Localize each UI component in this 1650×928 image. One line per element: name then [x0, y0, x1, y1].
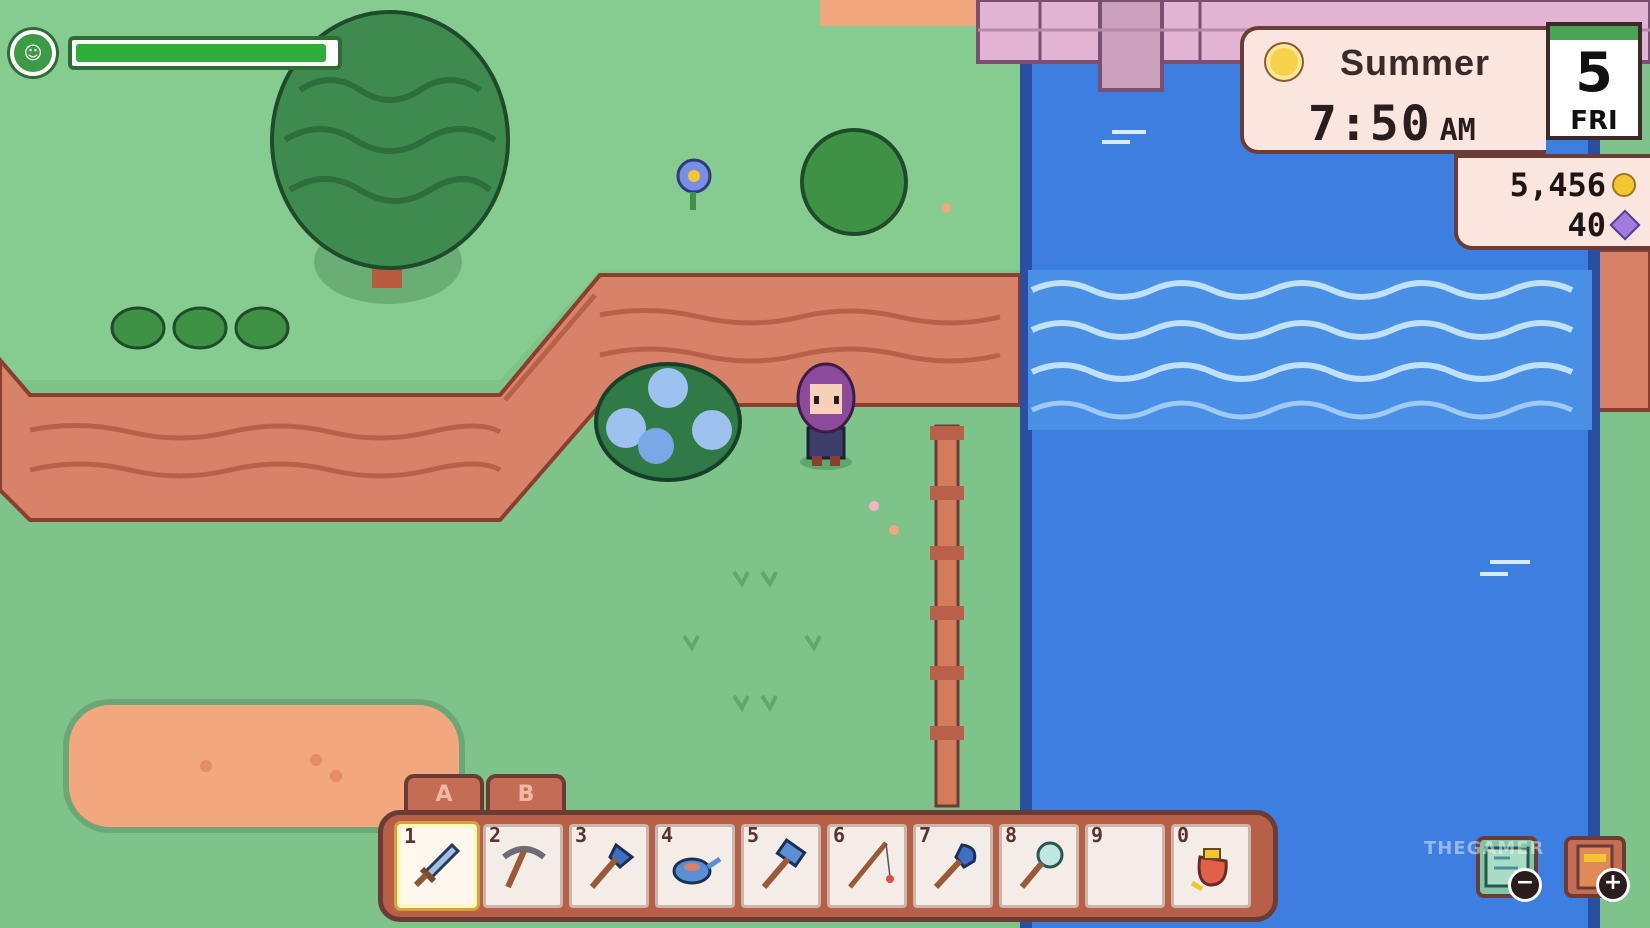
gem-amount: 40 [1567, 206, 1606, 244]
calendar-badge[interactable]: 5 FRI [1546, 22, 1642, 140]
calendar-day: 5 [1575, 41, 1613, 104]
hotbar-slot-0[interactable]: 0 [1171, 823, 1251, 908]
sword-icon [413, 842, 461, 888]
slot-number: 3 [575, 823, 588, 847]
hotbar-slot-6[interactable]: 6 [827, 823, 907, 908]
slot-number: 8 [1005, 823, 1018, 847]
slot-number: 1 [404, 824, 417, 848]
slot-number: 0 [1177, 823, 1190, 847]
currency-panel: 5,456 40 [1454, 154, 1650, 250]
pickaxe-icon [502, 846, 546, 889]
fishing-rod-icon [848, 841, 894, 889]
cliff-right [1596, 248, 1650, 412]
hotbar-slot-4[interactable]: 4 [655, 823, 735, 908]
hotbar-slot-9[interactable]: 9 [1085, 823, 1165, 908]
stamina-fill [76, 44, 327, 62]
wooden-fence [930, 424, 964, 808]
sun-icon [1270, 48, 1298, 76]
calendar-weekday: FRI [1570, 106, 1618, 136]
hotbar-slot-3[interactable]: 3 [569, 823, 649, 908]
stamina-meter: ☺ [10, 30, 342, 76]
gold-coin-icon [1612, 173, 1636, 197]
axe-icon [589, 842, 635, 889]
hotbar-slot-7[interactable]: 7 [913, 823, 993, 908]
hammer-icon [761, 838, 807, 889]
hotbar: 1 2 3 4 5 6 7 8 9 0 [378, 810, 1278, 922]
season-label: Summer [1340, 42, 1491, 83]
stamina-face-icon: ☺ [10, 30, 56, 76]
shovel-icon [933, 843, 977, 890]
clock-panel: Summer 7:50 AM [1240, 26, 1546, 154]
time-value: 7:50 [1308, 96, 1432, 152]
gold-amount: 5,456 [1509, 166, 1606, 204]
gem-icon [1609, 209, 1641, 241]
stamina-bar [68, 36, 342, 70]
toolbar-tabs: A B [404, 774, 568, 810]
journal-button[interactable]: + [1564, 836, 1630, 902]
crop-sprouts [110, 306, 290, 350]
gem-counter: 40 [1567, 206, 1641, 244]
slot-number: 7 [919, 823, 932, 847]
watermark: THEGAMER [1424, 838, 1545, 859]
slot-number: 9 [1091, 823, 1104, 847]
slot-number: 4 [661, 823, 674, 847]
time-display: 7:50 AM [1308, 96, 1476, 152]
tab-a[interactable]: A [404, 774, 484, 810]
bush [800, 128, 908, 236]
slot-number: 2 [489, 823, 502, 847]
tab-b[interactable]: B [486, 774, 566, 810]
time-ampm: AM [1439, 113, 1476, 148]
hotbar-slot-5[interactable]: 5 [741, 823, 821, 908]
seed-bag-icon [1190, 848, 1228, 892]
slot-number: 5 [747, 823, 760, 847]
hotbar-slot-1[interactable]: 1 [397, 824, 477, 908]
hotbar-slot-2[interactable]: 2 [483, 823, 563, 908]
dirt-patch-top [820, 0, 990, 26]
slot-number: 6 [833, 823, 846, 847]
hotbar-slot-8[interactable]: 8 [999, 823, 1079, 908]
gold-counter: 5,456 [1510, 166, 1636, 204]
game-scene: ☺ Summer 7:50 AM 5 FRI 5,456 40 A B 1 2 … [0, 0, 1650, 928]
watering-can-icon [672, 856, 722, 885]
hydrangea-bush [594, 362, 742, 482]
net-icon [1019, 841, 1064, 889]
zoom-in-badge: + [1596, 868, 1630, 902]
zoom-out-badge: − [1508, 868, 1542, 902]
